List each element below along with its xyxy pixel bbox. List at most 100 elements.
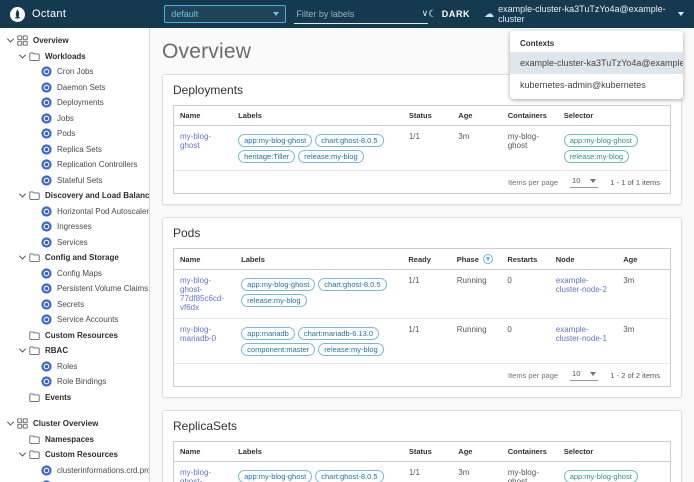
label-badge[interactable]: app:mariadb <box>241 326 295 340</box>
sidebar-item-label: Persistent Volume Claims <box>57 284 149 294</box>
sidebar-item[interactable]: Deployments <box>0 95 149 111</box>
label-badge[interactable]: app:my-blog-ghost <box>241 277 316 291</box>
chevron-down-icon[interactable] <box>16 54 28 59</box>
filter-icon[interactable] <box>482 254 493 264</box>
chevron-down-icon[interactable] <box>4 38 16 43</box>
sidebar-item[interactable]: RBAC <box>0 343 149 359</box>
label-badge[interactable]: heritage:Tiller <box>238 149 296 163</box>
chevron-down-icon[interactable] <box>4 421 16 426</box>
sidebar-item[interactable]: Config Maps <box>0 266 149 282</box>
selector-badge[interactable]: app:my-blog-ghost <box>563 469 638 482</box>
label-badge[interactable]: release:my-blog <box>241 293 307 307</box>
cell-text: 0 <box>507 276 512 285</box>
label-badge[interactable]: app:my-blog-ghost <box>238 133 313 147</box>
sidebar-item-label: Secrets <box>57 299 85 309</box>
sidebar-item[interactable]: Replica Sets <box>0 142 149 158</box>
label-badge[interactable]: chart:mariadb-6.13.0 <box>297 326 380 340</box>
resource-link[interactable]: my-blog-ghost-77df85c6cd <box>180 468 221 482</box>
cell-text: 0 <box>507 325 512 334</box>
sidebar-item[interactable]: Pods <box>0 126 149 142</box>
table-row: my-blog-ghost-77df85c6cd-vf6dx app:my-blo… <box>174 269 670 319</box>
sidebar-item[interactable]: Namespaces <box>0 432 149 448</box>
sidebar-item[interactable]: Roles <box>0 359 149 375</box>
label-badge[interactable]: component:master <box>241 342 316 356</box>
sidebar-item[interactable]: csidrivers.csi.storage.k8s.io <box>0 478 149 482</box>
sidebar-item-label: Services <box>57 237 88 247</box>
sidebar-item-label: Roles <box>57 361 78 371</box>
sidebar-item[interactable]: Jobs <box>0 111 149 127</box>
label-badge[interactable]: chart:ghost-8.0.5 <box>318 277 387 291</box>
sidebar-item[interactable]: Cluster Overview <box>0 416 149 432</box>
context-option[interactable]: kubernetes-admin@kubernetes <box>510 74 683 96</box>
sidebar-item[interactable]: Overview <box>0 33 149 49</box>
chevron-down-icon[interactable]: ∨ <box>422 9 429 18</box>
label-badge[interactable]: chart:ghost-8.0.5 <box>315 133 384 147</box>
table-cell: 3m <box>617 269 670 319</box>
resource-icon <box>40 237 53 248</box>
apps-icon <box>16 35 29 46</box>
sidebar-item[interactable]: Custom Resources <box>0 328 149 344</box>
resource-icon <box>40 128 53 139</box>
label-badge[interactable]: release:my-blog <box>318 342 384 356</box>
column-header-label: Labels <box>238 447 262 456</box>
namespace-select[interactable]: default <box>164 5 287 23</box>
column-header: Status <box>402 442 453 462</box>
sidebar-item[interactable]: Secrets <box>0 297 149 313</box>
resource-link[interactable]: example-cluster-node-2 <box>556 276 607 294</box>
table-cell: 3m <box>452 125 502 171</box>
resource-link[interactable]: my-blog-ghost <box>180 132 211 150</box>
column-header-label: Restarts <box>507 254 538 264</box>
sidebar-item[interactable]: Role Bindings <box>0 374 149 390</box>
label-badge[interactable]: chart:ghost-8.0.5 <box>315 469 384 482</box>
column-header: Name <box>174 442 233 462</box>
column-header: Name <box>174 249 236 270</box>
resource-link[interactable]: example-cluster-node-1 <box>556 325 607 343</box>
label-filter[interactable]: ∨ <box>294 5 429 24</box>
sidebar-item[interactable]: Discovery and Load Balancing <box>0 188 149 204</box>
column-header: Ready <box>402 249 451 270</box>
sidebar-item[interactable]: Events <box>0 390 149 406</box>
sidebar-item[interactable]: Replication Controllers <box>0 157 149 173</box>
page-size-select[interactable]: 10 <box>570 369 599 381</box>
resource-link[interactable]: my-blog-ghost-77df85c6cd-vf6dx <box>180 276 224 312</box>
column-header-label: Containers <box>507 111 547 120</box>
column-header: Status <box>402 106 453 126</box>
cell-text: Running <box>456 276 487 285</box>
sidebar-item[interactable]: clusterinformations.crd.projec <box>0 463 149 479</box>
label-badge[interactable]: release:my-blog <box>298 149 364 163</box>
chevron-down-icon[interactable] <box>16 255 28 260</box>
sidebar-item[interactable]: Stateful Sets <box>0 173 149 189</box>
page-size-select[interactable]: 10 <box>570 176 599 188</box>
resource-icon <box>40 299 53 310</box>
folder-icon <box>28 330 41 341</box>
sidebar-item[interactable]: Workloads <box>0 49 149 65</box>
table-cell: 1/1 <box>402 461 453 482</box>
sidebar-item[interactable]: Cron Jobs <box>0 64 149 80</box>
resource-link[interactable]: my-blog-mariadb-0 <box>180 325 216 343</box>
sidebar-item-label: Horizontal Pod Autoscalers <box>57 206 149 216</box>
sidebar-item[interactable]: Service Accounts <box>0 312 149 328</box>
selector-badge[interactable]: release:my-blog <box>563 149 630 163</box>
sidebar-item[interactable]: Custom Resources <box>0 447 149 463</box>
selector-badge[interactable]: app:my-blog-ghost <box>563 133 638 147</box>
label-badge[interactable]: app:my-blog-ghost <box>238 469 313 482</box>
cell-text: 1/1 <box>408 132 420 141</box>
sidebar-item[interactable]: Persistent Volume Claims <box>0 281 149 297</box>
table-cell: 0 <box>501 318 550 364</box>
theme-toggle[interactable]: ☾ DARK <box>428 9 470 20</box>
sidebar-item[interactable]: Config and Storage <box>0 250 149 266</box>
chevron-down-icon[interactable] <box>16 193 28 198</box>
chevron-down-icon[interactable] <box>16 348 28 353</box>
sidebar-item-label: Daemon Sets <box>57 82 106 92</box>
sidebar-item[interactable]: Horizontal Pod Autoscalers <box>0 204 149 220</box>
sidebar-item[interactable]: Ingresses <box>0 219 149 235</box>
filter-input[interactable] <box>294 7 418 20</box>
context-option[interactable]: example-cluster-ka3TuTzYo4a@example-clu.… <box>510 52 683 74</box>
context-switcher[interactable]: ☁ example-cluster-ka3TuTzYo4a@example-cl… <box>484 4 684 24</box>
sidebar-item[interactable]: Daemon Sets <box>0 80 149 96</box>
cell-text: 3m <box>623 325 635 334</box>
folder-icon <box>28 449 41 460</box>
sidebar-item-label: Ingresses <box>57 222 92 232</box>
sidebar-item[interactable]: Services <box>0 235 149 251</box>
chevron-down-icon[interactable] <box>16 452 28 457</box>
